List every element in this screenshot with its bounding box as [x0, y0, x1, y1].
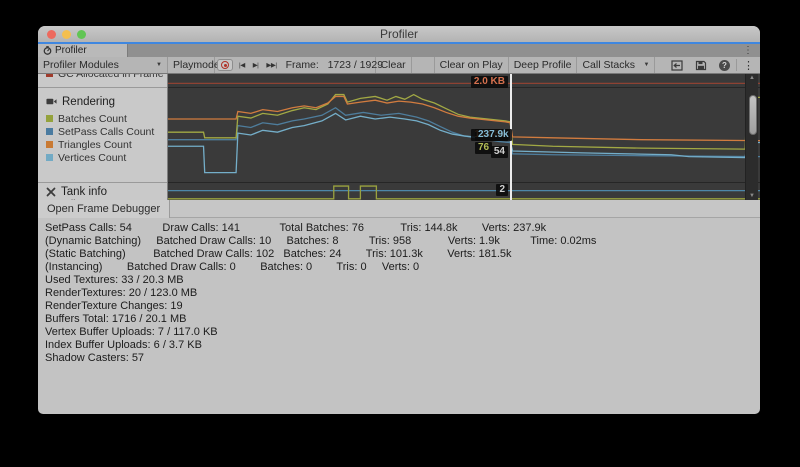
profiler-tab-icon — [43, 46, 52, 55]
profiler-window: Profiler Profiler ⋮ Profiler Modules ▼ — [38, 26, 760, 414]
load-profile-button[interactable] — [665, 57, 689, 73]
clear-on-play-button[interactable]: Clear on Play — [434, 57, 509, 73]
stats-line: Shadow Casters: 57 — [45, 352, 751, 365]
stats-line: Used Textures: 33 / 20.3 MB — [45, 274, 751, 287]
chart-scrollbar: ▲ ▼ — [745, 74, 758, 200]
legend-item-triangles-count[interactable]: Triangles Count — [38, 138, 167, 151]
chart-area: GC Allocated in Frame Rendering Batches … — [38, 74, 760, 200]
stats-line: RenderTextures: 20 / 123.0 MB — [45, 287, 751, 300]
record-icon — [221, 61, 229, 69]
stats-line: (Dynamic Batching) Batched Draw Calls: 1… — [45, 235, 751, 248]
legend-swatch — [46, 74, 53, 77]
chart-plot: ▲ ▼ — [168, 74, 760, 200]
value-label-gc: 2.0 KB — [471, 76, 508, 88]
save-icon — [695, 60, 707, 71]
scroll-up-icon[interactable]: ▲ — [746, 75, 758, 81]
value-label-tank: 2 — [496, 184, 508, 196]
scrollbar-thumb[interactable] — [749, 95, 757, 135]
legend-item-vertices-count[interactable]: Vertices Count — [38, 151, 167, 164]
module-gc-allocated-clipped[interactable]: GC Allocated in Frame — [38, 74, 167, 81]
legend-item-batches-count[interactable]: Batches Count — [38, 112, 167, 125]
help-icon: ? — [719, 60, 730, 71]
playmode-dropdown[interactable]: Playmode ▼ — [168, 57, 215, 73]
open-frame-debugger-button[interactable]: Open Frame Debugger — [38, 200, 170, 218]
legend-swatch — [46, 154, 53, 161]
current-frame-button[interactable]: ▶▶| — [262, 57, 280, 73]
clear-button[interactable]: Clear — [376, 57, 412, 73]
stats-line: RenderTexture Changes: 19 — [45, 300, 751, 313]
profiler-toolbar: Profiler Modules ▼ Playmode ▼ |◀ ▶| ▶▶| … — [38, 57, 760, 74]
rendering-chart-strip[interactable] — [168, 88, 760, 182]
chevron-down-icon: ▼ — [156, 62, 162, 68]
toolbar-right-group: ? ⋮ — [665, 57, 760, 73]
chevron-down-icon: ▼ — [644, 62, 650, 68]
stats-line: Buffers Total: 1716 / 20.1 MB — [45, 313, 751, 326]
module-sidebar: GC Allocated in Frame Rendering Batches … — [38, 74, 168, 200]
tab-profiler[interactable]: Profiler — [38, 44, 128, 57]
legend-swatch — [46, 141, 53, 148]
rendering-stats: SetPass Calls: 54 Draw Calls: 141 Total … — [45, 222, 751, 365]
stats-line: SetPass Calls: 54 Draw Calls: 141 Total … — [45, 222, 751, 235]
tab-bar: Profiler ⋮ — [38, 44, 760, 57]
tab-menu-icon[interactable]: ⋮ — [743, 44, 753, 57]
sidebar-separator — [38, 87, 167, 88]
rendering-module-icon — [46, 97, 57, 106]
value-label-vertices: 237.9k — [475, 129, 512, 141]
frame-counter: Frame: 1723 / 1929 — [281, 57, 376, 73]
legend-swatch — [46, 115, 53, 122]
value-label-batches: 76 — [475, 142, 492, 154]
tab-label: Profiler — [55, 45, 87, 56]
call-stacks-dropdown[interactable]: Call Stacks ▼ — [577, 57, 655, 73]
value-label-setpass: 54 — [491, 146, 508, 158]
toolbar-menu-icon[interactable]: ⋮ — [737, 57, 760, 73]
tank-info-module-icon — [46, 187, 56, 197]
deep-profile-button[interactable]: Deep Profile — [509, 57, 578, 73]
stats-line: Index Buffer Uploads: 6 / 3.7 KB — [45, 339, 751, 352]
window-title: Profiler — [38, 27, 760, 41]
load-icon — [671, 60, 683, 71]
record-button[interactable] — [217, 59, 233, 71]
gc-allocated-chart-strip[interactable] — [168, 74, 760, 87]
help-button[interactable]: ? — [713, 57, 736, 73]
legend-item-setpass-calls-count[interactable]: SetPass Calls Count — [38, 125, 167, 138]
save-profile-button[interactable] — [689, 57, 713, 73]
next-frame-button[interactable]: ▶| — [249, 57, 263, 73]
frame-debugger-row: Open Frame Debugger — [38, 200, 760, 218]
toolbar-spacer — [412, 57, 434, 73]
sidebar-separator — [38, 182, 167, 183]
tank-info-chart-strip[interactable] — [168, 183, 760, 200]
title-bar: Profiler — [38, 26, 760, 42]
stats-line: (Static Batching) Batched Draw Calls: 10… — [45, 248, 751, 261]
scroll-down-icon[interactable]: ▼ — [746, 193, 758, 199]
stats-line: Vertex Buffer Uploads: 7 / 117.0 KB — [45, 326, 751, 339]
screen-background: Profiler Profiler ⋮ Profiler Modules ▼ — [0, 0, 800, 467]
legend-swatch — [46, 128, 53, 135]
module-header-rendering[interactable]: Rendering — [38, 94, 167, 109]
stats-line: (Instancing) Batched Draw Calls: 0 Batch… — [45, 261, 751, 274]
profiler-modules-dropdown[interactable]: Profiler Modules ▼ — [38, 57, 168, 73]
previous-frame-button[interactable]: |◀ — [235, 57, 249, 73]
